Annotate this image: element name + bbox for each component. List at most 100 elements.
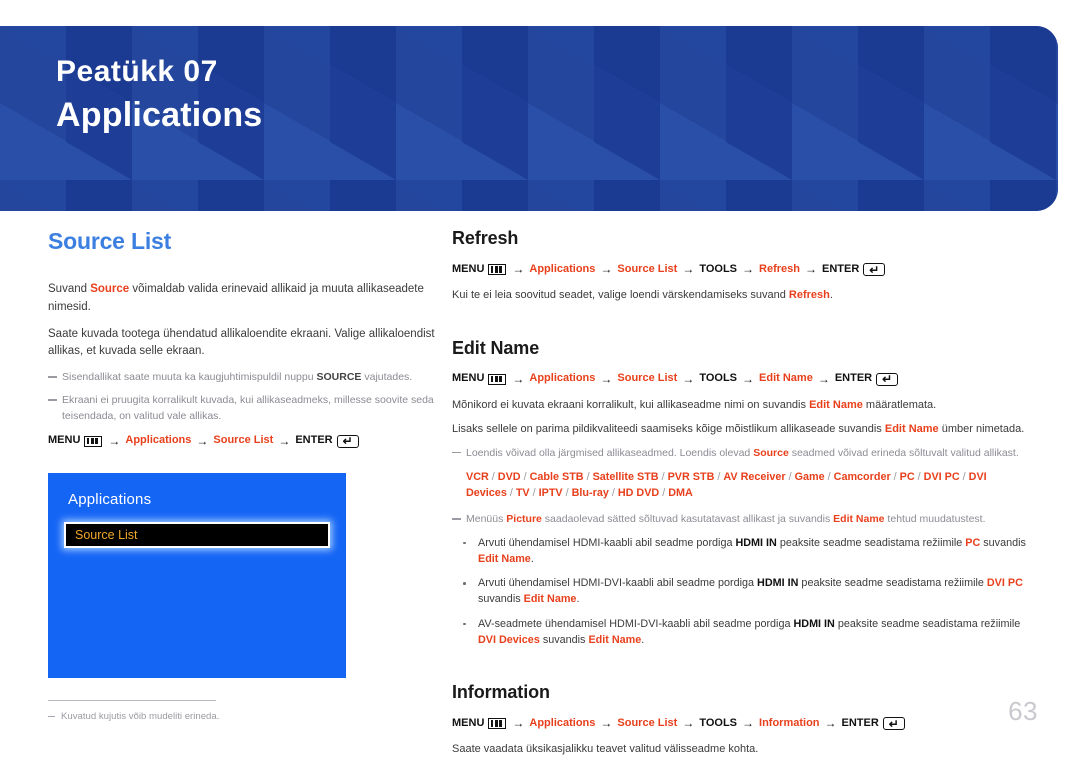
list-item: Arvuti ühendamisel HDMI-kaabli abil sead… xyxy=(452,535,1030,567)
list-item: AV-seadmete ühendamisel HDMI-DVI-kaabli … xyxy=(452,616,1030,648)
bullet-text-1: Arvuti ühendamisel HDMI-kaabli abil sead… xyxy=(478,536,736,549)
note1-text-c: vajutades. xyxy=(361,371,413,384)
image-footnote: Kuvatud kujutis võib mudeliti erineda. xyxy=(48,710,440,723)
note-remote-source: Sisendallikat saate muuta ka kaugjuhtimi… xyxy=(48,370,440,386)
path-arrow-icon: → xyxy=(600,371,613,386)
path-item-tools: TOOLS xyxy=(699,372,738,385)
path-item-applications: Applications xyxy=(529,716,596,729)
chapter-banner: Peatükk 07 Applications xyxy=(0,26,1058,211)
note-picture-e: tehtud muudatustest. xyxy=(884,513,986,526)
note-device-list: Loendis võivad olla järgmised allikasead… xyxy=(452,446,1030,462)
edit-name-p1-term: Edit Name xyxy=(809,398,863,411)
device-name: Game xyxy=(794,470,825,483)
note-picture-c: saadaolevad sätted sõltuvad kasutatavast… xyxy=(541,513,834,526)
edit-name-p2-a: Lisaks sellele on parima pildikvaliteedi… xyxy=(452,423,885,436)
device-name: IPTV xyxy=(538,487,563,500)
supported-device-list: VCR / DVD / Cable STB / Satellite STB / … xyxy=(466,469,1026,502)
note1-text-a: Sisendallikat saate muuta ka kaugjuhtimi… xyxy=(62,371,317,384)
edit-name-p1-c: määratlemata. xyxy=(862,398,937,411)
path-menu-label: MENU xyxy=(48,434,81,447)
menu-bars-icon xyxy=(488,264,507,276)
device-name: DMA xyxy=(668,487,693,500)
device-separator: / xyxy=(658,470,668,483)
device-name: PVR STB xyxy=(667,470,715,483)
banner-text-group: Peatükk 07 Applications xyxy=(56,52,262,137)
path-item-source-list: Source List xyxy=(617,372,678,385)
refresh-desc-a: Kui te ei leia soovitud seadet, valige l… xyxy=(452,289,789,302)
device-name: Camcorder xyxy=(833,470,891,483)
path-item-source-list: Source List xyxy=(213,434,274,447)
device-name: PC xyxy=(899,470,915,483)
bullet-port-name: HDMI IN xyxy=(735,536,777,549)
device-separator: / xyxy=(488,470,498,483)
device-name: Cable STB xyxy=(529,470,584,483)
path-menu-label: MENU xyxy=(452,372,485,385)
path-arrow-icon: → xyxy=(512,371,525,386)
tv-menu-item-source-list[interactable]: Source List xyxy=(64,521,330,548)
menu-path-source-list: MENU → Applications → Source List → ENTE… xyxy=(48,432,440,451)
section-heading-source-list: Source List xyxy=(48,228,172,254)
section-heading-edit-name: Edit Name xyxy=(452,337,540,358)
path-arrow-icon: → xyxy=(196,433,209,448)
menu-path-refresh: MENU → Applications → Source List → TOOL… xyxy=(452,260,1030,279)
device-name: DVI PC xyxy=(923,470,960,483)
intro-term-source: Source xyxy=(90,283,130,295)
bullet-mode-name: DVI PC xyxy=(986,577,1023,590)
edit-name-p1-a: Mõnikord ei kuvata ekraani korralikult, … xyxy=(452,398,810,411)
bullet-setting-name: Edit Name xyxy=(588,633,642,646)
device-name: VCR xyxy=(466,470,489,483)
path-menu-label: MENU xyxy=(452,262,485,275)
enter-return-icon xyxy=(863,263,886,277)
path-menu-label: MENU xyxy=(452,716,485,729)
device-name: TV xyxy=(515,487,530,500)
tv-screen-mock: Applications Source List xyxy=(48,472,346,678)
edit-name-p2-c: ümber nimetada. xyxy=(938,423,1025,436)
left-column: Source List Suvand Source võimaldab vali… xyxy=(48,228,440,723)
path-item-tools: TOOLS xyxy=(699,716,738,729)
refresh-desc-c: . xyxy=(829,289,833,302)
path-arrow-icon: → xyxy=(742,262,755,276)
edit-name-paragraph-1: Mõnikord ei kuvata ekraani korralikult, … xyxy=(452,397,1030,414)
device-separator: / xyxy=(824,470,834,483)
bullet-port-name: HDMI IN xyxy=(793,617,835,630)
bullet-text-1: Arvuti ühendamisel HDMI-DVI-kaabli abil … xyxy=(478,577,758,590)
path-arrow-icon: → xyxy=(742,371,755,386)
device-separator: / xyxy=(529,487,539,500)
enter-return-icon xyxy=(336,434,359,448)
device-name: HD DVD xyxy=(617,487,660,500)
bullet-port-name: HDMI IN xyxy=(757,577,799,590)
enter-return-icon xyxy=(876,372,899,386)
path-item-tools: TOOLS xyxy=(699,262,738,275)
bullet-text-3: suvandis xyxy=(980,536,1026,549)
device-separator: / xyxy=(608,487,618,500)
note-devices-c: seadmed võivad erineda sõltuvalt valitud… xyxy=(788,446,1019,459)
note-devices-a: Loendis võivad olla järgmised allikasead… xyxy=(466,446,754,459)
path-arrow-icon: → xyxy=(682,262,695,276)
note-picture-menu: Menüüs Picture saadaolevad sätted sõltuv… xyxy=(452,512,1030,528)
path-enter-label: ENTER xyxy=(834,372,873,385)
device-separator: / xyxy=(520,470,530,483)
path-enter-label: ENTER xyxy=(295,434,333,447)
edit-name-p2-term: Edit Name xyxy=(884,423,939,436)
menu-bars-icon xyxy=(84,435,103,447)
path-item-applications: Applications xyxy=(529,372,596,385)
path-arrow-icon: → xyxy=(278,433,291,448)
device-separator: / xyxy=(506,487,516,500)
device-name: AV Receiver xyxy=(723,470,786,483)
path-arrow-icon: → xyxy=(682,715,695,730)
device-separator: / xyxy=(785,470,795,483)
device-separator: / xyxy=(914,470,924,483)
list-item: Arvuti ühendamisel HDMI-DVI-kaabli abil … xyxy=(452,575,1030,607)
path-arrow-icon: → xyxy=(108,433,121,448)
device-separator: / xyxy=(959,470,969,483)
path-arrow-icon: → xyxy=(817,371,830,386)
tv-menu-title: Applications xyxy=(68,490,152,508)
path-item-edit-name: Edit Name xyxy=(759,372,813,385)
path-arrow-icon: → xyxy=(742,715,755,730)
path-item-refresh: Refresh xyxy=(759,262,800,275)
bullet-text-2: peaksite seadme seadistama režiimile xyxy=(834,617,1021,630)
path-arrow-icon: → xyxy=(512,262,525,276)
path-item-information: Information xyxy=(759,716,820,729)
path-arrow-icon: → xyxy=(682,371,695,386)
path-item-source-list: Source List xyxy=(617,716,678,729)
